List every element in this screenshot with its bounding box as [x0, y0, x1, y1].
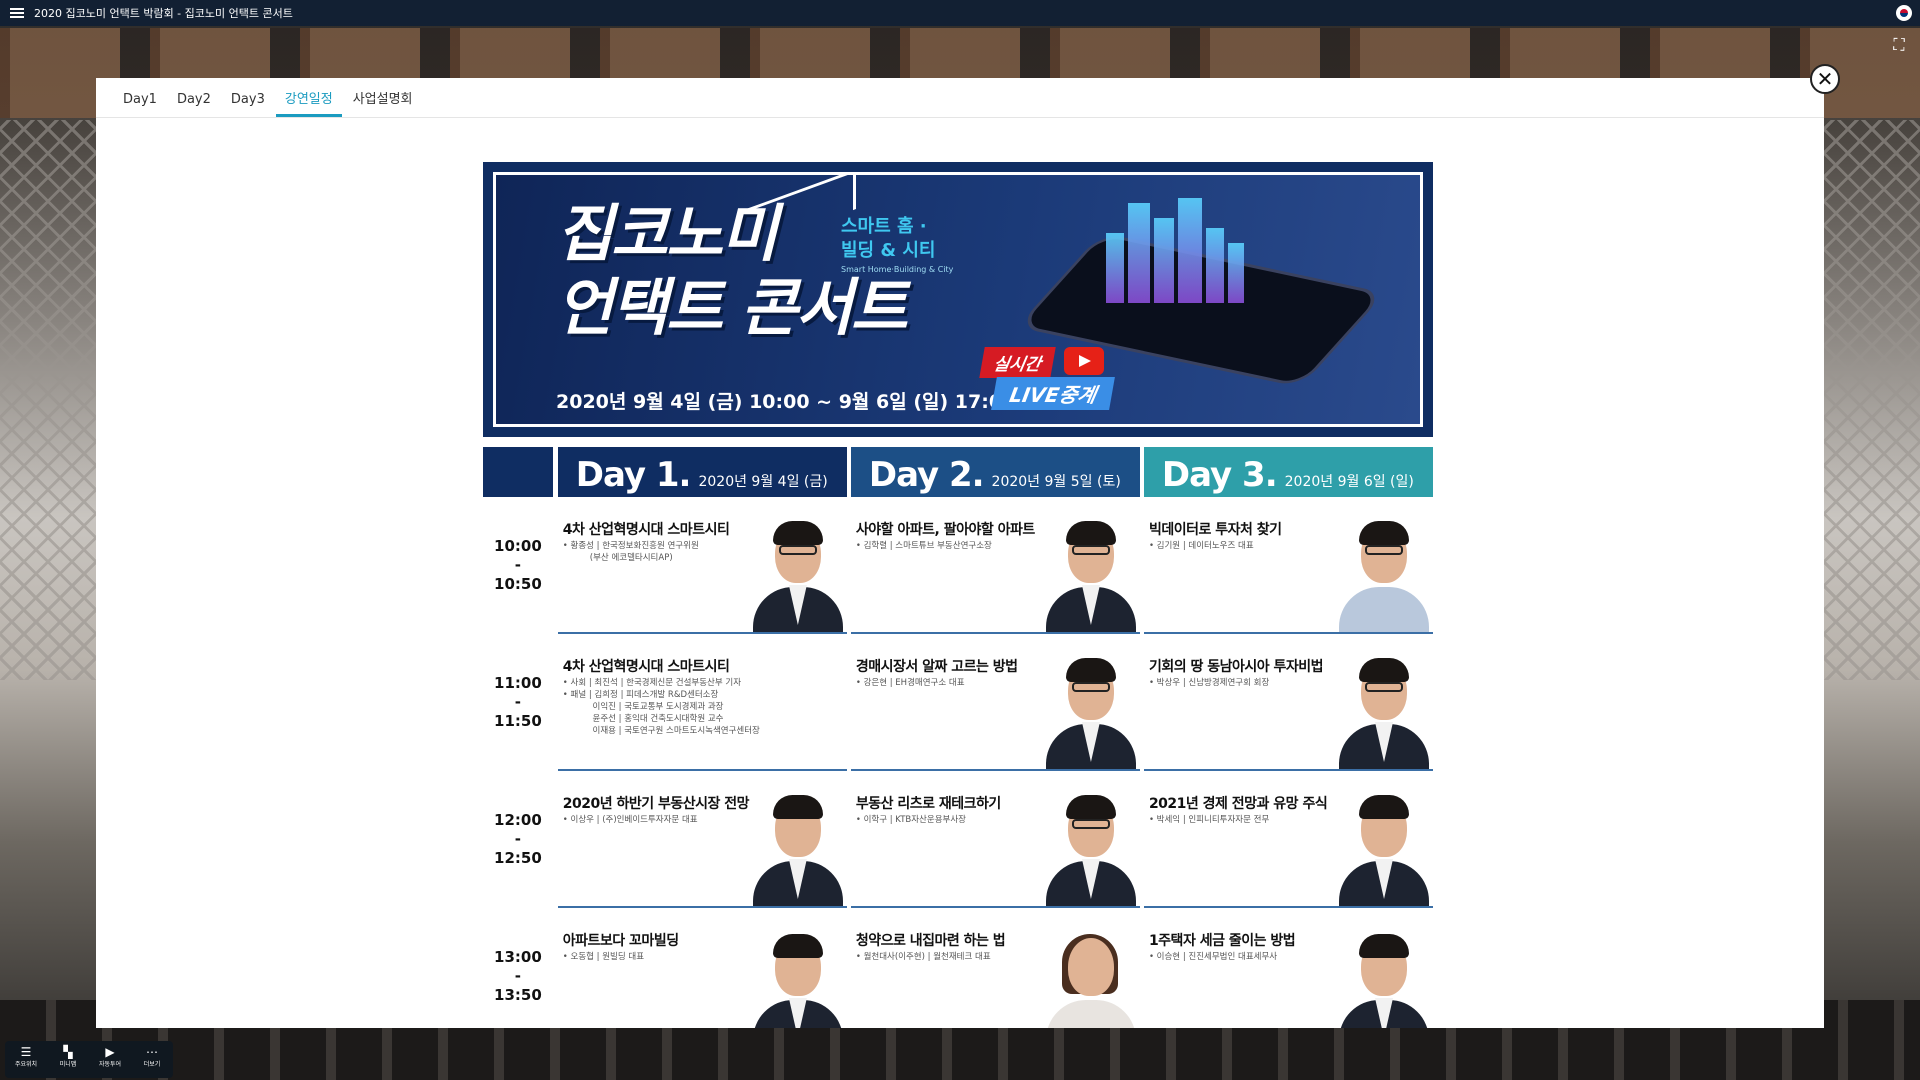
schedule-modal: Day1 Day2 Day3 강연일정 사업설명회 집코노미 언택트 콘서트 스… [96, 78, 1824, 1028]
minimap-icon: ▚ [63, 1045, 73, 1059]
schedule-row: 12:00 - 12:50 2020년 하반기 부동산시장 전망 • 이상우 |… [483, 771, 1434, 908]
tab-day3[interactable]: Day3 [222, 92, 274, 117]
speaker-photo [1333, 517, 1433, 632]
speaker-photo [747, 930, 847, 1028]
tab-business-briefing[interactable]: 사업설명회 [344, 88, 422, 117]
main-locations-button[interactable]: ☰ 주요위치 [5, 1041, 47, 1078]
more-icon: ⋯ [146, 1045, 158, 1059]
play-icon: ▶ [105, 1045, 115, 1059]
session-title: 부동산 리츠로 재테크하기 [855, 796, 1001, 812]
schedule-row: 11:00 - 11:50 4차 산업혁명시대 스마트시티 • 사회 | 최진석… [483, 634, 1434, 771]
bottom-toolbar: ☰ 주요위치 ▚ 미니맵 ▶ 자동투어 ⋯ 더보기 [5, 1041, 173, 1078]
session-cell: 청약으로 내집마련 하는 법 • 월천대사(이주현) | 월천재테크 대표 [851, 908, 1140, 1028]
session-title: 아파트보다 꼬마빌딩 [562, 933, 679, 949]
tab-day1[interactable]: Day1 [114, 92, 166, 117]
session-title: 빅데이터로 투자처 찾기 [1148, 522, 1282, 538]
tab-lecture-schedule[interactable]: 강연일정 [275, 88, 342, 117]
speaker-photo [1040, 791, 1140, 906]
korea-flag-icon[interactable] [1896, 5, 1912, 21]
session-title: 1주택자 세금 줄이는 방법 [1148, 933, 1296, 949]
schedule-header: Day 1. 2020년 9월 4일 (금) Day 2. 2020년 9월 5… [483, 447, 1433, 497]
time-slot: 10:00 - 10:50 [494, 537, 542, 593]
session-speaker: • 오동협 | 원빌딩 대표 [562, 952, 645, 962]
schedule-content: 집코노미 언택트 콘서트 스마트 홈 · 빌딩 & 시티 Smart Home·… [483, 162, 1434, 1028]
live-badge-broadcast: LIVE중계 [991, 377, 1116, 410]
session-cell: 4차 산업혁명시대 스마트시티 • 사회 | 최진석 | 한국경제신문 건설부동… [557, 634, 847, 771]
schedule-row: 10:00 - 10:50 4차 산업혁명시대 스마트시티 • 황종성 | 한국… [483, 497, 1434, 634]
session-cell: 4차 산업혁명시대 스마트시티 • 황종성 | 한국정보화진흥원 연구위원 (부… [557, 497, 847, 634]
speaker-photo [747, 517, 847, 632]
session-title: 4차 산업혁명시대 스마트시티 [562, 659, 730, 675]
day2-header: Day 2. 2020년 9월 5일 (토) [850, 447, 1140, 497]
fullscreen-icon[interactable]: ⛶ [1890, 36, 1908, 54]
banner-subtitle-en: Smart Home·Building & City [841, 265, 954, 274]
session-title: 기회의 땅 동남아시아 투자비법 [1148, 659, 1324, 675]
session-cell: 기회의 땅 동남아시아 투자비법 • 박상우 | 신남방경제연구회 회장 [1143, 634, 1434, 771]
list-icon: ☰ [20, 1045, 32, 1059]
speaker-photo [1040, 930, 1140, 1028]
session-cell: 사야할 아파트, 팔아야할 아파트 • 김학렬 | 스마트튜브 부동산연구소장 [850, 497, 1140, 634]
session-speaker: • 박세익 | 인피니티투자자문 전무 [1148, 815, 1270, 825]
session-title: 2021년 경제 전망과 유망 주식 [1148, 796, 1328, 812]
session-speaker: • 사회 | 최진석 | 한국경제신문 건설부동산부 기자 • 패널 | 김희정… [562, 678, 760, 736]
tab-day2[interactable]: Day2 [168, 92, 220, 117]
session-speaker: • 이승현 | 진진세무법인 대표세무사 [1148, 952, 1278, 962]
banner-date: 2020년 9월 4일 (금) 10:00 ~ 9월 6일 (일) 17:00 [556, 391, 1016, 413]
session-title: 경매시장서 알짜 고르는 방법 [855, 659, 1018, 675]
session-title: 사야할 아파트, 팔아야할 아파트 [855, 522, 1035, 538]
speaker-photo [1333, 654, 1433, 769]
schedule-row: 13:00 - 13:50 아파트보다 꼬마빌딩 • 오동협 | 원빌딩 대표 … [483, 908, 1433, 1028]
session-title: 2020년 하반기 부동산시장 전망 [562, 796, 750, 812]
day3-header: Day 3. 2020년 9월 6일 (일) [1143, 447, 1433, 497]
session-title: 4차 산업혁명시대 스마트시티 [562, 522, 730, 538]
more-button[interactable]: ⋯ 더보기 [131, 1041, 173, 1078]
session-cell: 2021년 경제 전망과 유망 주식 • 박세익 | 인피니티투자자문 전무 [1143, 771, 1434, 908]
session-cell: 빅데이터로 투자처 찾기 • 김기원 | 데이터노우즈 대표 [1143, 497, 1434, 634]
session-cell: 부동산 리츠로 재테크하기 • 이학구 | KTB자산운용부사장 [850, 771, 1140, 908]
right-truss [1824, 120, 1920, 680]
speaker-photo [1040, 517, 1140, 632]
city-illustration [1096, 193, 1246, 303]
left-truss [0, 120, 96, 680]
time-slot: 11:00 - 11:50 [494, 674, 542, 730]
hamburger-menu-icon[interactable] [10, 8, 24, 18]
session-cell: 아파트보다 꼬마빌딩 • 오동협 | 원빌딩 대표 [558, 908, 847, 1028]
banner-subtitle: 스마트 홈 · 빌딩 & 시티 [841, 216, 936, 261]
tab-bar: Day1 Day2 Day3 강연일정 사업설명회 [96, 78, 1824, 118]
close-button[interactable]: ✕ [1810, 64, 1840, 94]
session-speaker: • 이학구 | KTB자산운용부사장 [855, 815, 966, 825]
youtube-icon [1064, 347, 1104, 375]
session-speaker: • 박상우 | 신남방경제연구회 회장 [1148, 678, 1270, 688]
time-slot: 12:00 - 12:50 [494, 811, 542, 867]
session-speaker: • 이상우 | (주)인베이드투자자문 대표 [562, 815, 698, 825]
time-column-header [483, 447, 553, 497]
session-cell: 경매시장서 알짜 고르는 방법 • 강은현 | EH경매연구소 대표 [850, 634, 1140, 771]
session-title: 청약으로 내집마련 하는 법 [855, 933, 1006, 949]
top-bar: 2020 집코노미 언택트 박람회 - 집코노미 언택트 콘서트 [0, 0, 1920, 26]
time-slot: 13:00 - 13:50 [494, 948, 542, 1004]
session-cell: 1주택자 세금 줄이는 방법 • 이승현 | 진진세무법인 대표세무사 [1144, 908, 1433, 1028]
concert-banner: 집코노미 언택트 콘서트 스마트 홈 · 빌딩 & 시티 Smart Home·… [483, 162, 1433, 437]
live-badge-realtime: 실시간 [979, 347, 1056, 378]
speaker-photo [1333, 791, 1433, 906]
session-speaker: • 김학렬 | 스마트튜브 부동산연구소장 [855, 541, 992, 551]
speaker-photo [1333, 930, 1433, 1028]
window-title: 2020 집코노미 언택트 박람회 - 집코노미 언택트 콘서트 [34, 7, 293, 20]
session-speaker: • 김기원 | 데이터노우즈 대표 [1148, 541, 1254, 551]
speaker-photo [1040, 654, 1140, 769]
auto-tour-button[interactable]: ▶ 자동투어 [89, 1041, 131, 1078]
session-cell: 2020년 하반기 부동산시장 전망 • 이상우 | (주)인베이드투자자문 대… [557, 771, 847, 908]
session-speaker: • 황종성 | 한국정보화진흥원 연구위원 (부산 에코델타시티AP) [562, 541, 699, 563]
session-speaker: • 강은현 | EH경매연구소 대표 [855, 678, 965, 688]
speaker-photo [747, 791, 847, 906]
session-speaker: • 월천대사(이주현) | 월천재테크 대표 [855, 952, 991, 962]
minimap-button[interactable]: ▚ 미니맵 [47, 1041, 89, 1078]
day1-header: Day 1. 2020년 9월 4일 (금) [557, 447, 847, 497]
